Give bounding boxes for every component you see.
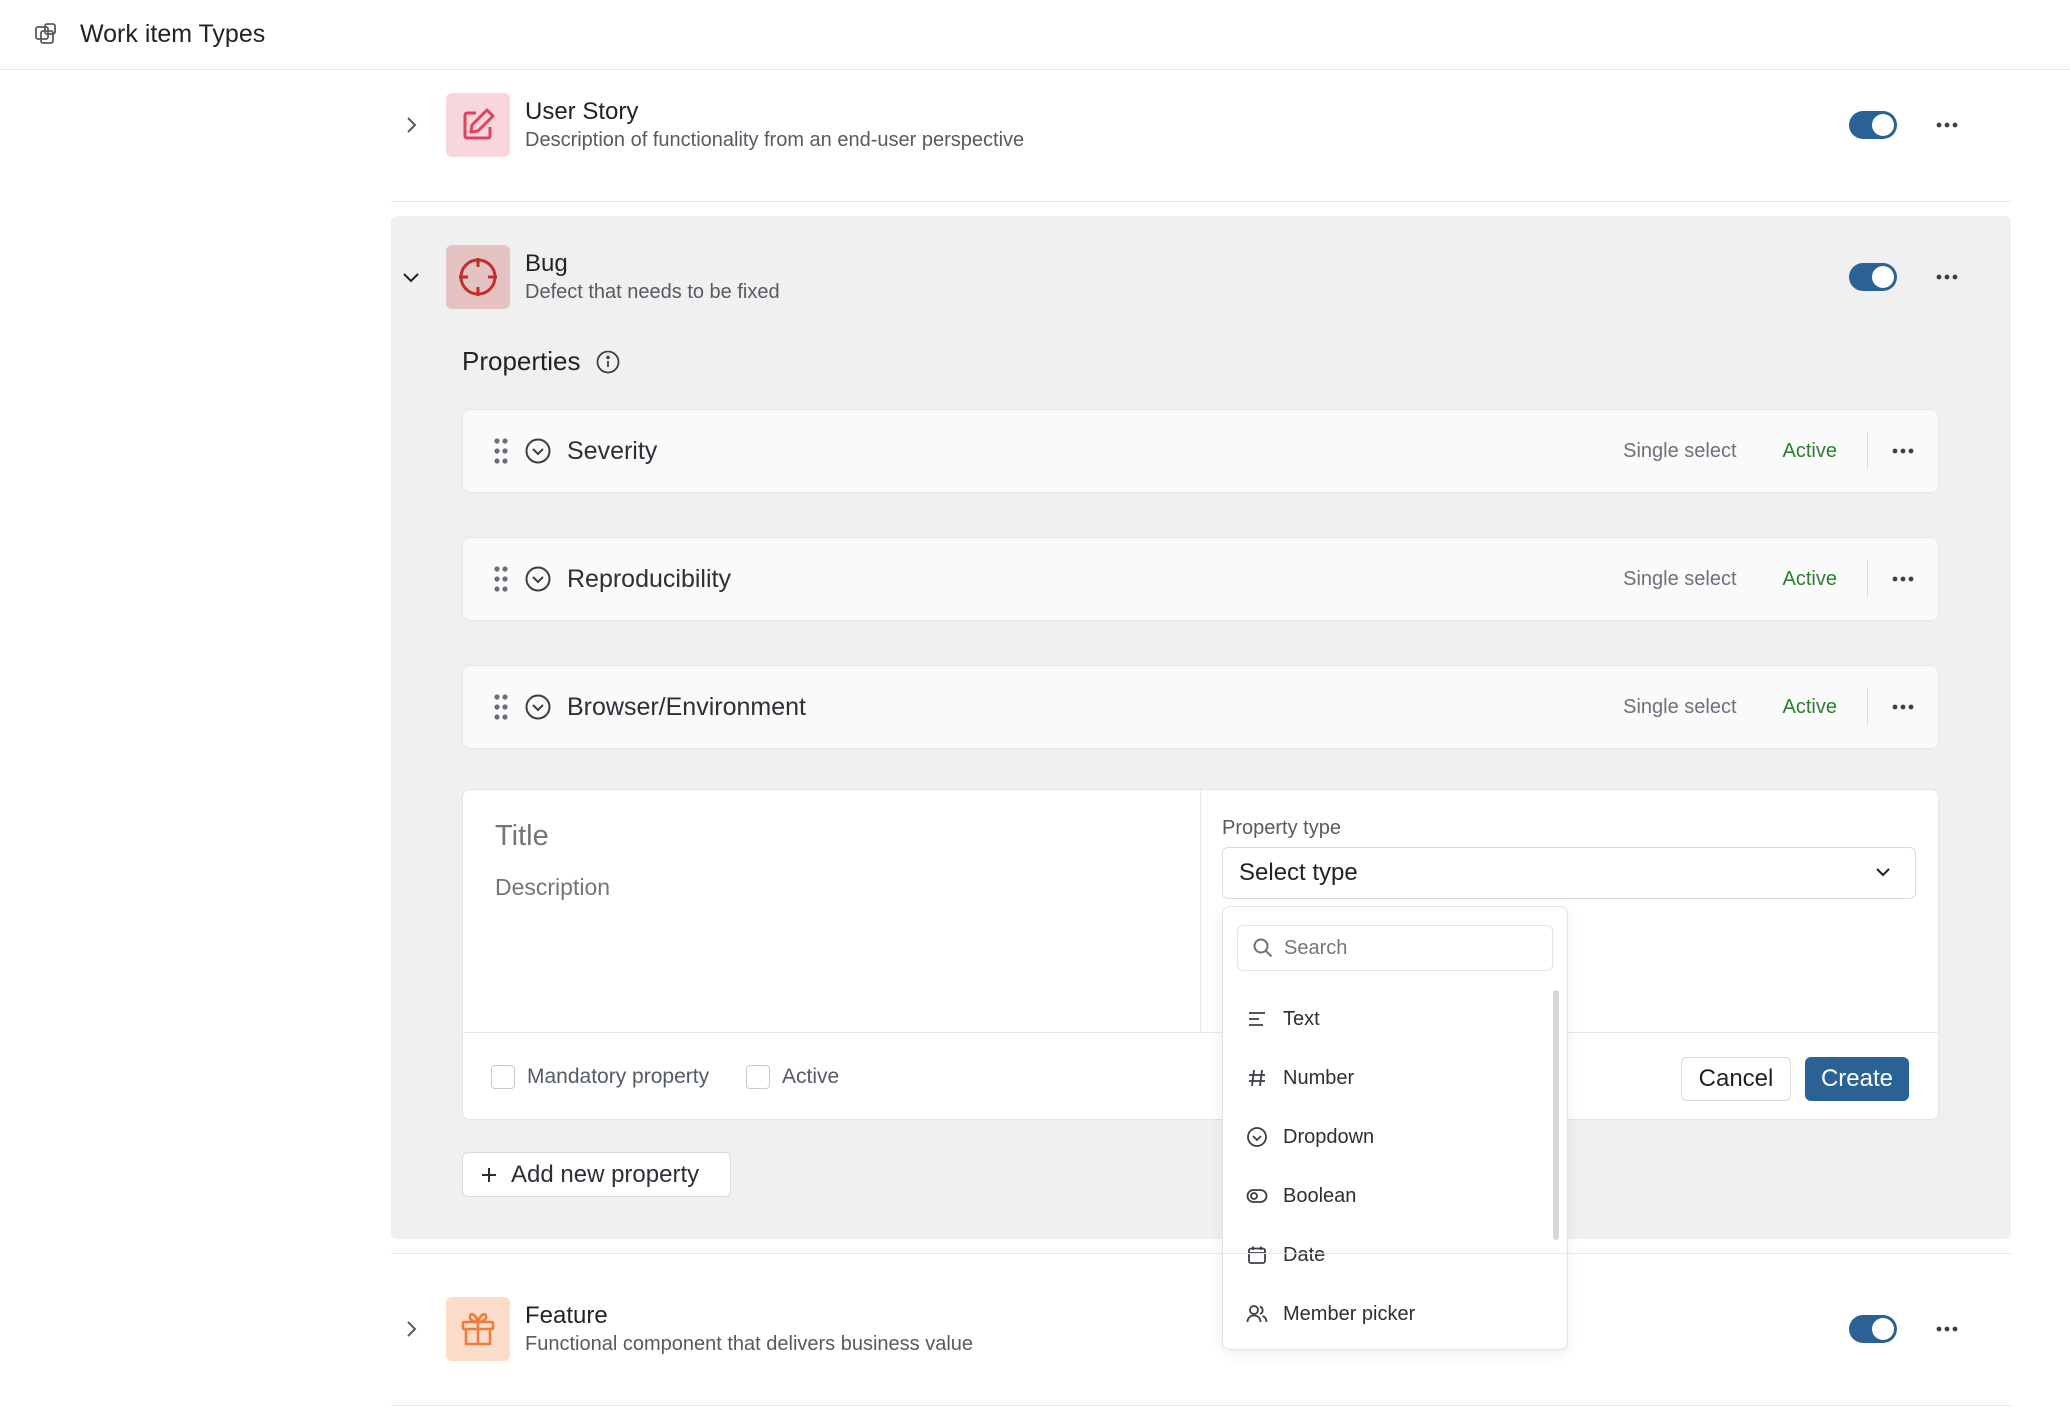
property-status: Active: [1782, 695, 1837, 718]
property-row[interactable]: Browser/Environment Single select Active: [462, 665, 1939, 749]
type-row-bug[interactable]: Bug Defect that needs to be fixed: [391, 244, 2011, 310]
edit-icon: [446, 93, 510, 157]
gift-icon: [446, 1297, 510, 1361]
enable-toggle[interactable]: [1849, 1315, 1897, 1343]
divider: [391, 201, 2011, 202]
type-row-feature[interactable]: Feature Functional component that delive…: [391, 1296, 2011, 1362]
property-status: Active: [1782, 439, 1837, 462]
search-icon: [1253, 938, 1273, 958]
dropdown-circle-icon: [523, 436, 553, 466]
chevron-right-icon[interactable]: [391, 1309, 431, 1349]
more-options-icon[interactable]: [1929, 1311, 1965, 1347]
property-status: Active: [1782, 567, 1837, 590]
dropdown-option-boolean[interactable]: Boolean: [1239, 1174, 1539, 1218]
page-title: Work item Types: [80, 20, 266, 48]
dropdown-scrollbar[interactable]: [1553, 990, 1559, 1240]
select-value: Select type: [1239, 859, 1358, 886]
active-label: Active: [782, 1065, 840, 1088]
calendar-icon: [1245, 1243, 1269, 1267]
property-name: Severity: [567, 436, 658, 465]
dropdown-option-dropdown[interactable]: Dropdown: [1239, 1115, 1539, 1159]
type-description: Defect that needs to be fixed: [525, 281, 780, 303]
cancel-button[interactable]: Cancel: [1681, 1057, 1791, 1101]
active-checkbox[interactable]: Active: [746, 1065, 839, 1089]
property-type: Single select: [1623, 439, 1737, 462]
checkbox-box[interactable]: [491, 1065, 515, 1089]
mandatory-label: Mandatory property: [527, 1065, 710, 1088]
type-name: Bug: [525, 250, 568, 277]
enable-toggle[interactable]: [1849, 263, 1897, 291]
property-details: [463, 790, 1201, 1032]
page-header: Work item Types: [0, 0, 2070, 70]
title-input[interactable]: [495, 820, 1155, 853]
dropdown-circle-icon: [523, 692, 553, 722]
checkbox-box[interactable]: [746, 1065, 770, 1089]
hash-icon: [1245, 1066, 1269, 1090]
option-label: Number: [1283, 1066, 1355, 1089]
type-description: Functional component that delivers busin…: [525, 1333, 974, 1355]
option-label: Dropdown: [1283, 1125, 1375, 1148]
more-options-icon[interactable]: [1929, 259, 1965, 295]
new-property-form: Mandatory property Active Cancel Create: [462, 789, 1939, 1120]
property-row[interactable]: Severity Single select Active: [462, 409, 1939, 493]
mandatory-checkbox[interactable]: Mandatory property: [491, 1065, 709, 1089]
property-type-dropdown: Text Number Dropdown Boolean Date Member…: [1222, 906, 1568, 1350]
drag-handle-icon[interactable]: [491, 564, 511, 594]
property-type: Single select: [1623, 567, 1737, 590]
property-type-label: Property type: [1222, 817, 1341, 839]
add-property-label: Add new property: [511, 1160, 700, 1188]
option-label: Boolean: [1283, 1184, 1357, 1207]
type-row-user-story[interactable]: User Story Description of functionality …: [391, 92, 2011, 158]
search-input[interactable]: [1284, 936, 1524, 960]
more-options-icon[interactable]: [1868, 704, 1938, 710]
property-type-select[interactable]: Select type: [1222, 847, 1916, 899]
more-options-icon[interactable]: [1929, 107, 1965, 143]
dropdown-option-number[interactable]: Number: [1239, 1056, 1539, 1100]
divider: [391, 1253, 2011, 1254]
chevron-right-icon[interactable]: [391, 105, 431, 145]
info-icon[interactable]: [595, 349, 621, 375]
more-options-icon[interactable]: [1868, 576, 1938, 582]
dropdown-circle-icon: [523, 564, 553, 594]
chevron-down-icon: [1876, 868, 1890, 877]
type-name: User Story: [525, 98, 639, 125]
property-type: Single select: [1623, 695, 1737, 718]
work-item-types-icon: [32, 20, 62, 50]
crosshair-icon: [446, 245, 510, 309]
add-new-property-button[interactable]: Add new property: [462, 1152, 731, 1197]
form-footer: Mandatory property Active Cancel Create: [463, 1032, 1938, 1120]
enable-toggle[interactable]: [1849, 111, 1897, 139]
search-field[interactable]: [1237, 925, 1553, 971]
toggle-icon: [1245, 1184, 1269, 1208]
dropdown-circle-icon: [1245, 1125, 1269, 1149]
drag-handle-icon[interactable]: [491, 436, 511, 466]
drag-handle-icon[interactable]: [491, 692, 511, 722]
description-input[interactable]: [495, 874, 1155, 901]
properties-title: Properties: [462, 346, 581, 376]
dropdown-option-text[interactable]: Text: [1239, 997, 1539, 1041]
option-label: Date: [1283, 1243, 1326, 1266]
option-label: Text: [1283, 1007, 1320, 1030]
property-row[interactable]: Reproducibility Single select Active: [462, 537, 1939, 621]
type-name: Feature: [525, 1302, 608, 1329]
divider: [391, 1405, 2011, 1406]
property-name: Reproducibility: [567, 564, 731, 593]
properties-heading: Properties: [462, 346, 621, 377]
dropdown-option-date[interactable]: Date: [1239, 1233, 1539, 1277]
property-name: Browser/Environment: [567, 692, 806, 721]
type-description: Description of functionality from an end…: [525, 129, 1025, 151]
more-options-icon[interactable]: [1868, 448, 1938, 454]
chevron-down-icon[interactable]: [391, 257, 431, 297]
create-button[interactable]: Create: [1805, 1057, 1909, 1101]
text-lines-icon: [1245, 1007, 1269, 1031]
plus-icon: [482, 1167, 496, 1182]
